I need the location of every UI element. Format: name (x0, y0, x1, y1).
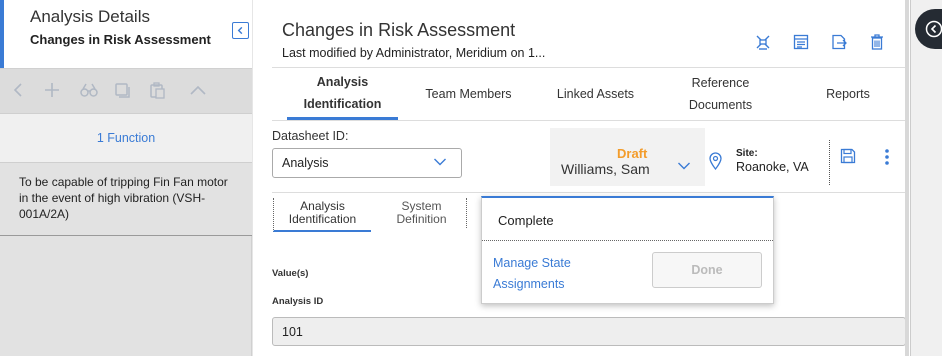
chevron-up-icon[interactable] (187, 79, 209, 101)
subtab-analysis-identification[interactable]: Analysis Identification (273, 198, 371, 232)
link-label: Assignments (493, 277, 565, 291)
chevron-down-icon (678, 162, 690, 170)
tab-label: Reference (691, 76, 750, 90)
function-header[interactable]: 1 Function (0, 113, 252, 163)
left-header: Analysis Details Changes in Risk Assessm… (0, 0, 252, 68)
state-popup: Complete Manage State Assignments Done (481, 196, 774, 304)
expand-rail-button[interactable] (915, 9, 942, 49)
save-icon[interactable] (840, 148, 856, 164)
tab-reference-documents[interactable]: Reference Documents (658, 68, 783, 120)
tabs-divider (272, 120, 905, 121)
add-icon[interactable] (41, 79, 63, 101)
delete-icon[interactable] (867, 32, 887, 52)
tab-linked-assets[interactable]: Linked Assets (543, 68, 648, 120)
left-toolbar (0, 68, 252, 113)
scrollbar[interactable] (905, 0, 909, 356)
expand-panel-icon (925, 20, 942, 38)
tab-team-members[interactable]: Team Members (411, 68, 526, 120)
values-label: Value(s) (272, 268, 309, 279)
complete-option[interactable]: Complete (498, 213, 554, 228)
tab-analysis-identification[interactable]: Analysis Identification (287, 68, 398, 120)
chevron-down-icon (434, 158, 446, 166)
site-label: Site: (736, 148, 758, 159)
subtab-label: Identification (288, 212, 357, 226)
tab-label: Identification (303, 96, 382, 111)
tab-label: Documents (688, 98, 753, 112)
datasheet-label: Datasheet ID: (272, 129, 349, 143)
page-title: Changes in Risk Assessment (282, 20, 516, 40)
tab-reports[interactable]: Reports (798, 68, 898, 120)
analysis-id-field[interactable]: 101 (272, 317, 906, 346)
manage-state-assignments-link[interactable]: Manage State Assignments (493, 253, 603, 295)
datasheet-divider (272, 192, 905, 193)
page-subtitle: Last modified by Administrator, Meridium… (282, 46, 546, 60)
done-button[interactable]: Done (652, 252, 762, 288)
location-pin-icon (709, 152, 722, 170)
left-title: Analysis Details (30, 7, 150, 26)
binoculars-icon[interactable] (78, 79, 100, 101)
collapse-panel-button[interactable] (232, 22, 249, 39)
site-divider (829, 140, 830, 185)
back-icon[interactable] (7, 79, 29, 101)
datasheet-value: Analysis (282, 156, 329, 170)
datasheet-select[interactable]: Analysis (272, 148, 462, 178)
popup-divider (482, 240, 773, 241)
state-dropdown[interactable]: Draft Williams, Sam (550, 128, 705, 186)
tab-label: Analysis (316, 74, 369, 89)
subtab-system-definition[interactable]: System Definition (377, 198, 467, 228)
left-panel: Analysis Details Changes in Risk Assessm… (0, 0, 252, 356)
hierarchy-icon[interactable] (753, 32, 773, 52)
export-icon[interactable] (829, 32, 849, 52)
function-item[interactable]: To be capable of tripping Fin Fan motor … (0, 163, 252, 236)
paste-icon[interactable] (146, 79, 168, 101)
state-label: Draft (617, 146, 648, 161)
link-label: Manage State (493, 256, 571, 270)
right-rail (910, 0, 942, 356)
chevron-left-icon (237, 26, 243, 35)
report-icon[interactable] (791, 32, 811, 52)
left-subtitle: Changes in Risk Assessment (30, 32, 211, 47)
state-user: Williams, Sam (561, 161, 650, 177)
subtab-label: Definition (396, 212, 447, 226)
site-value: Roanoke, VA (736, 160, 809, 174)
more-options-icon[interactable] (881, 148, 893, 166)
copy-icon[interactable] (111, 79, 133, 101)
analysis-id-label: Analysis ID (272, 296, 324, 307)
